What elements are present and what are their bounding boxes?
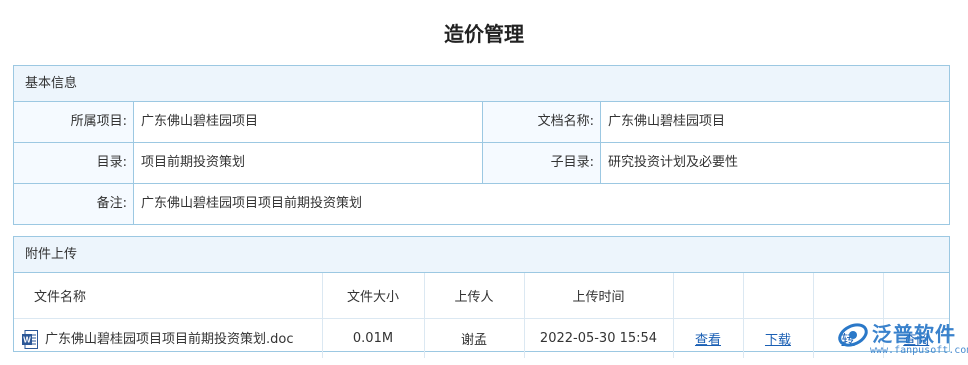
view-cell: 查看	[673, 318, 744, 358]
table-row: W 广东佛山碧桂园项目项目前期投资策划.doc 0.01M 谢孟 2022-05…	[14, 318, 949, 358]
attachments-panel: 附件上传 文件名称 文件大小 上传人 上传时间 W 广东佛山碧桂园项目项目前期投…	[13, 236, 950, 358]
col-file-name: 文件名称	[14, 273, 323, 319]
attachments-table: 文件名称 文件大小 上传人 上传时间 W 广东佛山碧桂园项目项目前期投资策划.d…	[14, 273, 949, 358]
table-header-row: 文件名称 文件大小 上传人 上传时间	[14, 273, 949, 319]
col-upload-time: 上传时间	[524, 273, 674, 319]
subdirectory-label: 子目录:	[483, 143, 601, 183]
info-row-remark: 备注: 广东佛山碧桂园项目项目前期投资策划	[14, 184, 949, 224]
project-label: 所属项目:	[14, 102, 134, 142]
remark-label: 备注:	[14, 184, 134, 224]
uploader: 谢孟	[424, 318, 525, 358]
basic-info-header: 基本信息	[14, 66, 949, 102]
view-link[interactable]: 查看	[695, 333, 721, 348]
info-row-directory: 目录: 项目前期投资策划 子目录: 研究投资计划及必要性	[14, 143, 949, 184]
document-name-value: 广东佛山碧桂园项目	[608, 114, 726, 129]
col-action-2	[743, 273, 814, 319]
download-cell: 下载	[743, 318, 814, 358]
file-size: 0.01M	[322, 318, 425, 358]
watermark: 泛普软件 www.fanpusoft.com	[836, 318, 968, 364]
download-link[interactable]: 下载	[765, 333, 791, 348]
project-value: 广东佛山碧桂园项目	[134, 102, 483, 142]
remark-value: 广东佛山碧桂园项目项目前期投资策划	[141, 196, 363, 211]
col-action-3	[813, 273, 884, 319]
subdirectory-value: 研究投资计划及必要性	[608, 155, 739, 170]
svg-text:W: W	[23, 336, 31, 345]
attachments-header: 附件上传	[14, 237, 949, 273]
col-action-4	[883, 273, 949, 319]
document-name-label: 文档名称:	[483, 102, 601, 142]
word-doc-icon: W	[22, 330, 38, 349]
col-uploader: 上传人	[424, 273, 525, 319]
col-action-1	[673, 273, 744, 319]
page-title: 造价管理	[444, 22, 524, 46]
info-row-project: 所属项目: 广东佛山碧桂园项目 文档名称: 广东佛山碧桂园项目	[14, 102, 949, 143]
file-name: 广东佛山碧桂园项目项目前期投资策划.doc	[45, 332, 294, 347]
basic-info-panel: 基本信息 所属项目: 广东佛山碧桂园项目 文档名称: 广东佛山碧桂园项目 目录:…	[13, 65, 950, 225]
upload-time: 2022-05-30 15:54	[524, 318, 674, 358]
brand-logo-icon	[838, 323, 868, 347]
watermark-brand: 泛普软件	[872, 322, 956, 346]
col-file-size: 文件大小	[322, 273, 425, 319]
watermark-url: www.fanpusoft.com	[870, 345, 968, 356]
file-name-cell: W 广东佛山碧桂园项目项目前期投资策划.doc	[14, 318, 323, 358]
directory-label: 目录:	[14, 143, 134, 183]
directory-value: 项目前期投资策划	[134, 143, 483, 183]
